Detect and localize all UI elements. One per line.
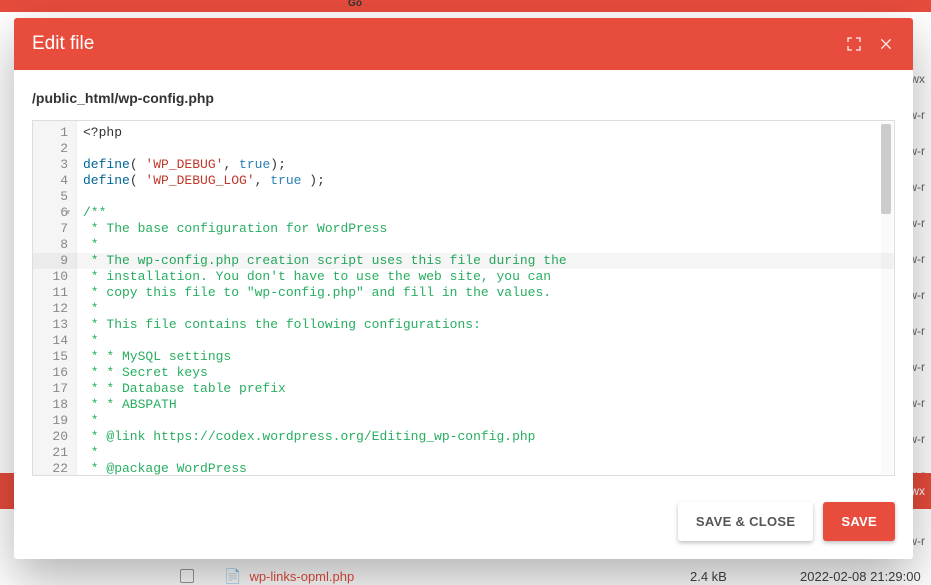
line-number: 3 — [37, 157, 68, 173]
close-icon[interactable] — [877, 35, 895, 53]
code-line[interactable]: * — [83, 413, 888, 429]
modal-title: Edit file — [32, 33, 94, 55]
line-number: 18 — [37, 397, 68, 413]
code-line[interactable] — [83, 141, 888, 157]
line-number: 11 — [37, 285, 68, 301]
line-number: 4 — [37, 173, 68, 189]
file-path: /public_html/wp-config.php — [32, 90, 895, 106]
line-gutter: 123456▾78910111213141516171819202122 — [33, 121, 77, 475]
line-number: 1 — [37, 125, 68, 141]
line-number: 5 — [37, 189, 68, 205]
scrollbar-thumb[interactable] — [881, 124, 891, 214]
code-line[interactable]: define( 'WP_DEBUG', true); — [83, 157, 888, 173]
line-number: 21 — [37, 445, 68, 461]
modal-header: Edit file — [14, 18, 913, 70]
line-number: 15 — [37, 349, 68, 365]
line-number: 2 — [37, 141, 68, 157]
code-line[interactable] — [83, 189, 888, 205]
line-number: 22 — [37, 461, 68, 476]
line-number: 10 — [37, 269, 68, 285]
code-line[interactable]: * * Secret keys — [83, 365, 888, 381]
save-close-button[interactable]: SAVE & CLOSE — [678, 502, 813, 541]
code-line[interactable]: define( 'WP_DEBUG_LOG', true ); — [83, 173, 888, 189]
code-area[interactable]: <?php define( 'WP_DEBUG', true);define( … — [77, 121, 894, 475]
line-number: 16 — [37, 365, 68, 381]
edit-file-modal: Edit file /public_html/wp-config.php 123… — [14, 18, 913, 559]
modal-footer: SAVE & CLOSE SAVE — [14, 488, 913, 559]
line-number: 19 — [37, 413, 68, 429]
fold-marker-icon[interactable]: ▾ — [65, 205, 70, 221]
code-line[interactable]: * * MySQL settings — [83, 349, 888, 365]
line-number: 12 — [37, 301, 68, 317]
code-line[interactable]: <?php — [83, 125, 888, 141]
save-button[interactable]: SAVE — [823, 502, 895, 541]
line-number: 7 — [37, 221, 68, 237]
active-line-highlight — [77, 253, 894, 269]
code-line[interactable]: * * Database table prefix — [83, 381, 888, 397]
scrollbar-track[interactable] — [881, 122, 893, 474]
code-line[interactable]: * copy this file to "wp-config.php" and … — [83, 285, 888, 301]
code-line[interactable]: * @package WordPress — [83, 461, 888, 475]
code-line[interactable]: * This file contains the following confi… — [83, 317, 888, 333]
code-line[interactable]: * * ABSPATH — [83, 397, 888, 413]
line-number: 20 — [37, 429, 68, 445]
code-line[interactable]: * installation. You don't have to use th… — [83, 269, 888, 285]
code-line[interactable]: * — [83, 333, 888, 349]
line-number: 6▾ — [37, 205, 68, 221]
code-line[interactable]: /** — [83, 205, 888, 221]
line-number: 17 — [37, 381, 68, 397]
code-line[interactable]: * — [83, 301, 888, 317]
code-editor[interactable]: 123456▾78910111213141516171819202122 <?p… — [32, 120, 895, 476]
modal-body: /public_html/wp-config.php 123456▾789101… — [14, 70, 913, 488]
code-line[interactable]: * — [83, 445, 888, 461]
fullscreen-icon[interactable] — [845, 35, 863, 53]
line-number: 14 — [37, 333, 68, 349]
line-number: 8 — [37, 237, 68, 253]
code-line[interactable]: * — [83, 237, 888, 253]
code-line[interactable]: * @link https://codex.wordpress.org/Edit… — [83, 429, 888, 445]
line-number: 9 — [37, 253, 68, 269]
line-number: 13 — [37, 317, 68, 333]
code-line[interactable]: * The base configuration for WordPress — [83, 221, 888, 237]
